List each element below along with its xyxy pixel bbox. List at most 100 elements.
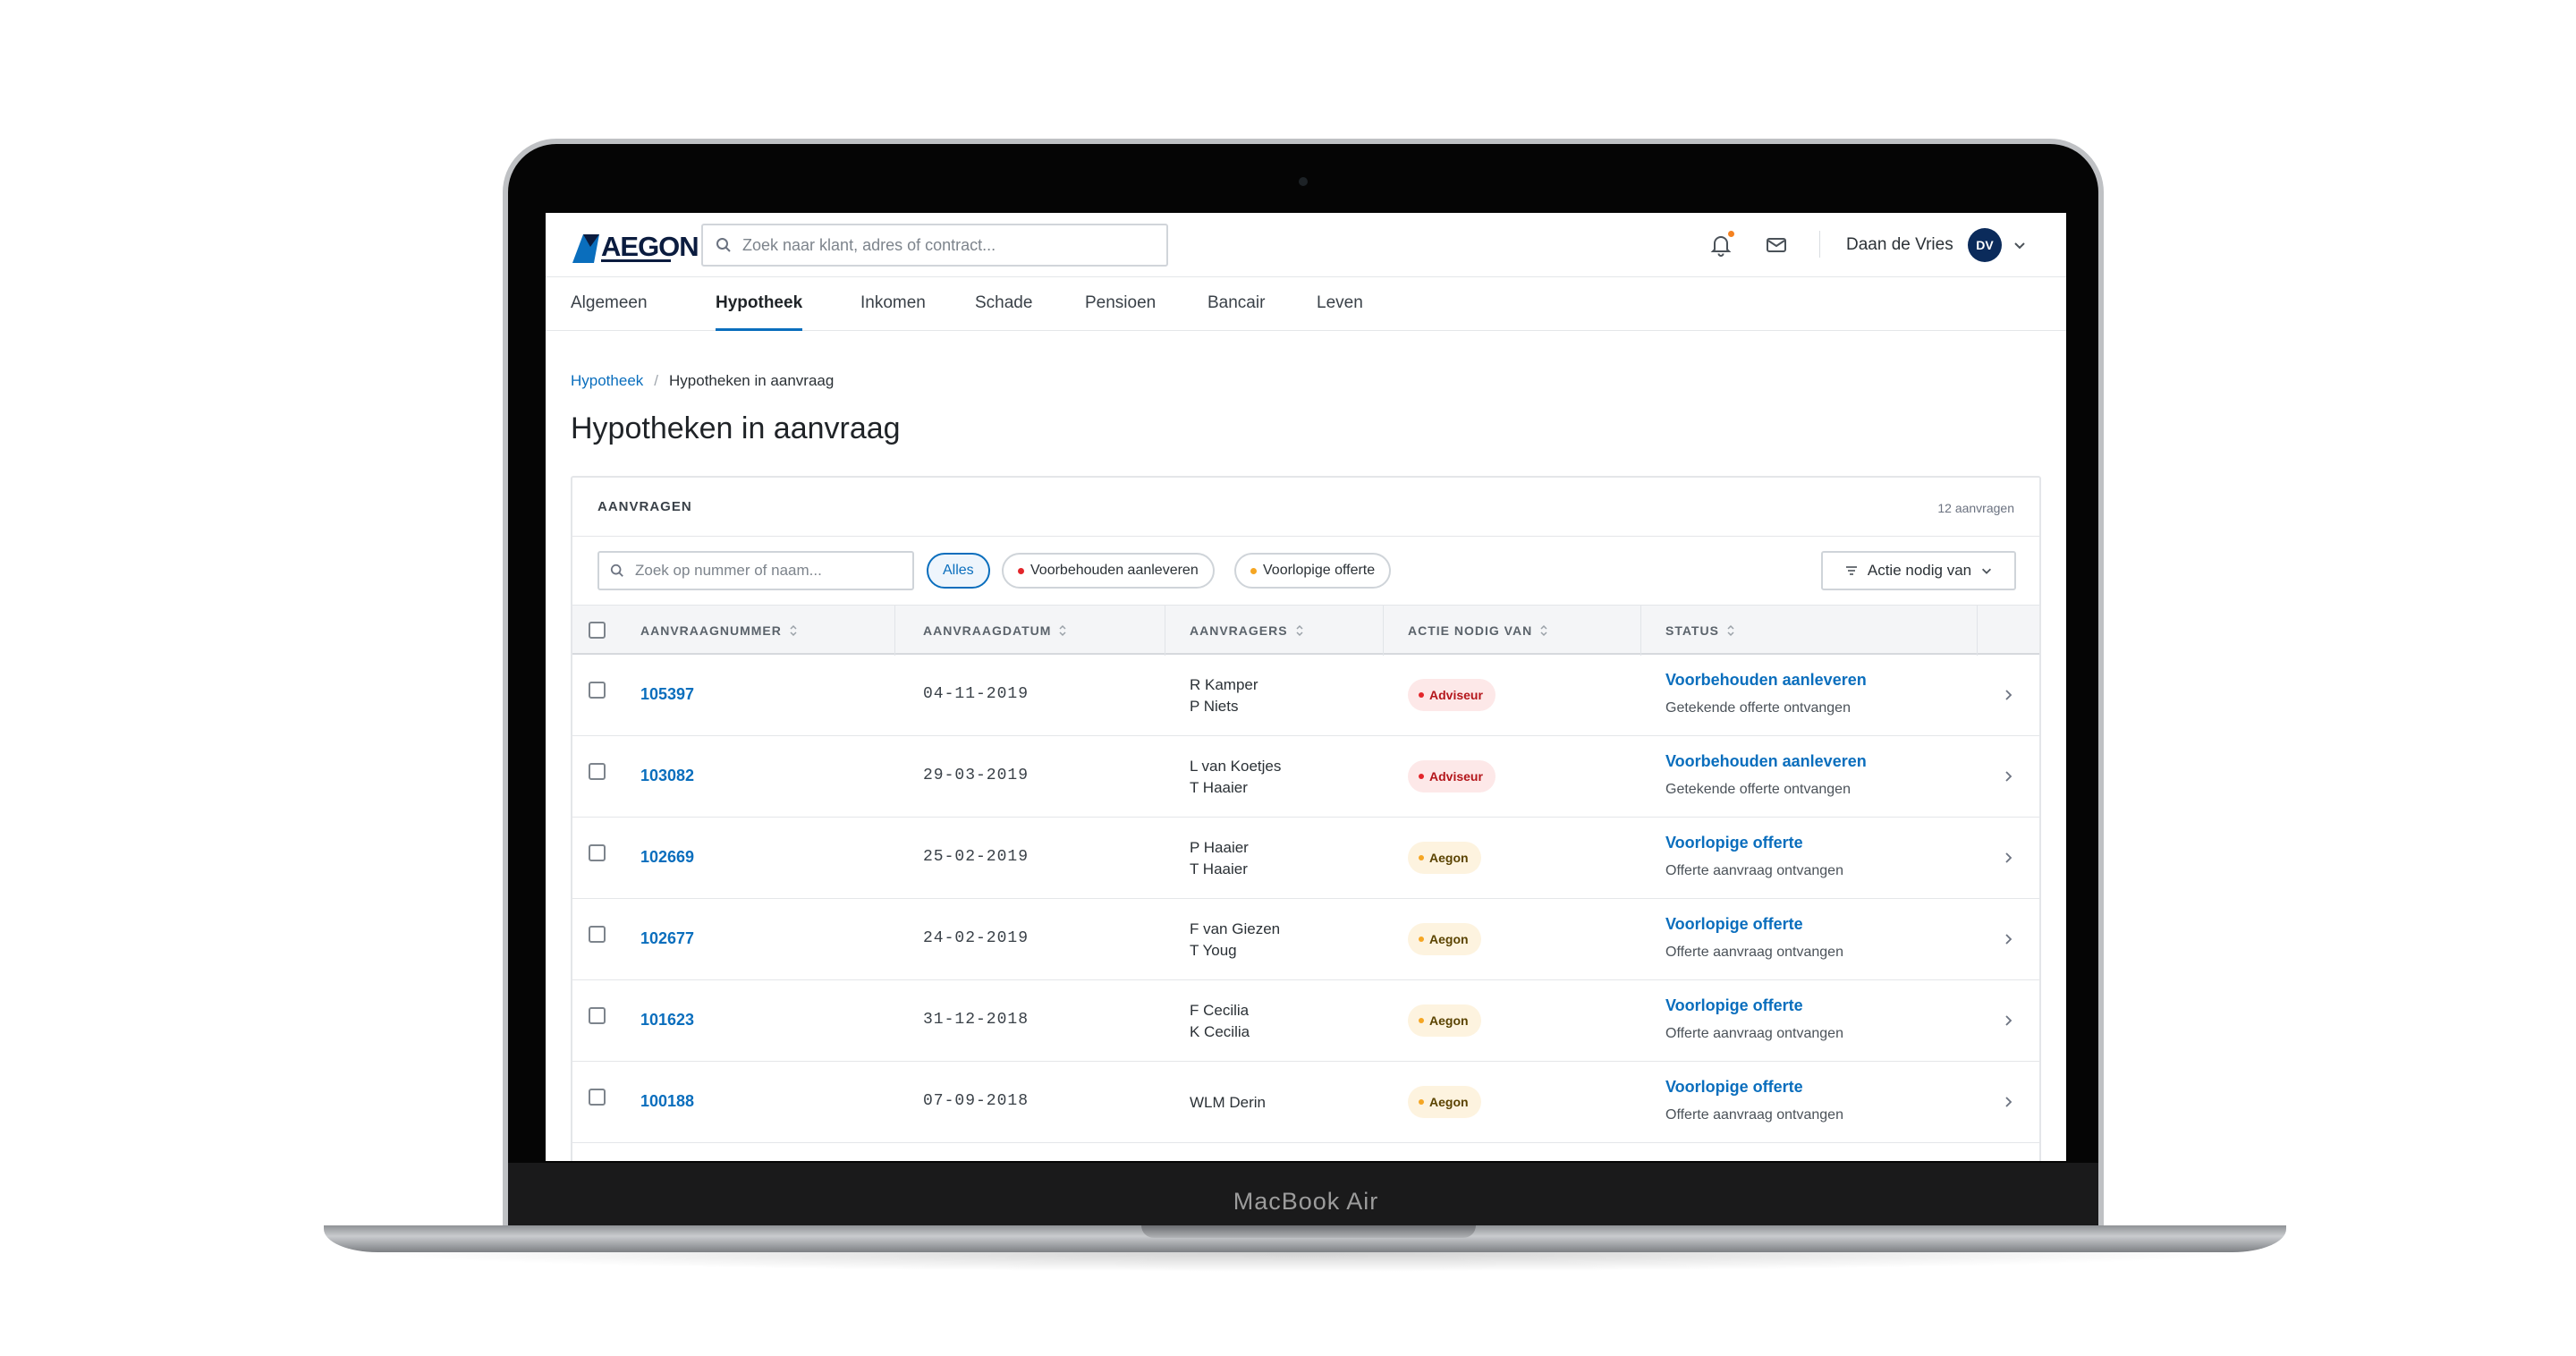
- chevron-right-icon[interactable]: [2002, 770, 2014, 783]
- table-row[interactable]: 105397 04-11-2019 R Kamper P Niets Advis…: [572, 655, 2039, 736]
- request-number-link[interactable]: 102669: [640, 848, 694, 867]
- select-all-checkbox[interactable]: [589, 622, 606, 639]
- applicant-name: P Niets: [1190, 698, 1239, 715]
- chevron-right-icon[interactable]: [2002, 1096, 2014, 1108]
- card-header: AANVRAGEN 12 aanvragen: [572, 478, 2039, 537]
- applicant-name: R Kamper: [1190, 676, 1258, 693]
- sort-icon: [1540, 624, 1547, 637]
- badge-label: Aegon: [1429, 932, 1469, 946]
- applicant-name: K Cecilia: [1190, 1023, 1250, 1040]
- actie-nodig-van-dropdown[interactable]: Actie nodig van: [1821, 551, 2016, 590]
- status-link[interactable]: Voorlopige offerte: [1665, 996, 1843, 1015]
- status-cell: Voorlopige offerte Offerte aanvraag ontv…: [1665, 834, 1843, 879]
- breadcrumb-separator: /: [654, 372, 659, 389]
- column-divider: [1640, 606, 1641, 656]
- status-cell: Voorlopige offerte Offerte aanvraag ontv…: [1665, 996, 1843, 1042]
- breadcrumb-link-hypotheek[interactable]: Hypotheek: [571, 372, 643, 390]
- column-header-aanvraagnummer[interactable]: AANVRAAGNUMMER: [640, 606, 798, 656]
- column-header-actie-nodig-van[interactable]: ACTIE NODIG VAN: [1408, 606, 1548, 656]
- request-number-link[interactable]: 100188: [640, 1092, 694, 1111]
- search-icon: [610, 564, 623, 577]
- status-cell: Voorbehouden aanleveren Getekende offert…: [1665, 752, 1867, 798]
- tab-inkomen[interactable]: Inkomen: [860, 277, 926, 331]
- badge-label: Aegon: [1429, 1013, 1469, 1028]
- main-nav: Algemeen Hypotheek Inkomen Schade Pensio…: [546, 277, 2066, 331]
- global-search[interactable]: [701, 224, 1168, 267]
- status-detail: Offerte aanvraag ontvangen: [1665, 1107, 1843, 1123]
- row-checkbox[interactable]: [589, 926, 606, 943]
- header-divider: [1819, 231, 1820, 258]
- aegon-logo[interactable]: AEGON: [571, 229, 699, 265]
- request-number-link[interactable]: 102677: [640, 929, 694, 948]
- row-checkbox[interactable]: [589, 763, 606, 780]
- table-search[interactable]: [597, 551, 914, 590]
- column-header-label: AANVRAAGDATUM: [923, 623, 1052, 638]
- status-link[interactable]: Voorlopige offerte: [1665, 1078, 1843, 1097]
- badge-label: Aegon: [1429, 851, 1469, 865]
- table-search-input[interactable]: [635, 562, 903, 580]
- chip-label: Voorlopige offerte: [1263, 563, 1376, 578]
- status-badge: Adviseur: [1408, 679, 1496, 711]
- request-number-link[interactable]: 105397: [640, 685, 694, 704]
- tab-schade[interactable]: Schade: [975, 277, 1032, 331]
- request-number-link[interactable]: 103082: [640, 767, 694, 785]
- tab-leven[interactable]: Leven: [1317, 277, 1363, 331]
- row-checkbox[interactable]: [589, 1089, 606, 1106]
- sort-icon: [790, 624, 797, 637]
- applicant-name: T Haaier: [1190, 860, 1248, 877]
- status-link[interactable]: Voorlopige offerte: [1665, 915, 1843, 934]
- filter-chip-voorbehouden[interactable]: Voorbehouden aanleveren: [1002, 553, 1215, 589]
- app-screen: AEGON Daan de Vries DV Algemeen Hypot: [546, 213, 2066, 1161]
- applicant-name: T Youg: [1190, 942, 1237, 959]
- column-divider: [894, 606, 895, 656]
- orange-dot-icon: [1419, 855, 1424, 860]
- status-detail: Getekende offerte ontvangen: [1665, 700, 1851, 716]
- user-name[interactable]: Daan de Vries: [1846, 235, 1953, 255]
- request-number-link[interactable]: 101623: [640, 1011, 694, 1030]
- chevron-right-icon[interactable]: [2002, 852, 2014, 864]
- logo-underline: [601, 259, 671, 262]
- applicant-name: T Haaier: [1190, 779, 1248, 796]
- column-header-status[interactable]: STATUS: [1665, 606, 1735, 656]
- request-date: 29-03-2019: [923, 767, 1030, 784]
- chevron-right-icon[interactable]: [2002, 1014, 2014, 1027]
- table-row[interactable]: 103082 29-03-2019 L van Koetjes T Haaier…: [572, 736, 2039, 818]
- chevron-right-icon[interactable]: [2002, 933, 2014, 945]
- request-date: 25-02-2019: [923, 848, 1030, 866]
- global-search-input[interactable]: [742, 235, 1163, 255]
- status-link[interactable]: Voorlopige offerte: [1665, 834, 1843, 852]
- table-row[interactable]: 102677 24-02-2019 F van Giezen T Youg Ae…: [572, 899, 2039, 980]
- page-title: Hypotheken in aanvraag: [571, 411, 901, 445]
- table-row[interactable]: 102669 25-02-2019 P Haaier T Haaier Aego…: [572, 818, 2039, 899]
- badge-label: Adviseur: [1429, 688, 1483, 702]
- red-dot-icon: [1419, 774, 1424, 779]
- logo-text: AEGON: [601, 231, 699, 262]
- table-row[interactable]: 101623 31-12-2018 F Cecilia K Cecilia Ae…: [572, 980, 2039, 1062]
- status-link[interactable]: Voorbehouden aanleveren: [1665, 671, 1867, 690]
- tab-bancair[interactable]: Bancair: [1208, 277, 1265, 331]
- row-checkbox[interactable]: [589, 682, 606, 699]
- column-header-aanvragers[interactable]: AANVRAGERS: [1190, 606, 1304, 656]
- chevron-right-icon[interactable]: [2002, 689, 2014, 701]
- status-cell: Voorbehouden aanleveren Getekende offert…: [1665, 671, 1867, 716]
- red-dot-icon: [1419, 692, 1424, 698]
- row-checkbox[interactable]: [589, 1007, 606, 1024]
- filter-chip-voorlopige[interactable]: Voorlopige offerte: [1234, 553, 1392, 589]
- status-link[interactable]: Voorbehouden aanleveren: [1665, 752, 1867, 771]
- avatar[interactable]: DV: [1968, 228, 2002, 262]
- orange-dot-icon: [1250, 567, 1257, 574]
- tab-hypotheek[interactable]: Hypotheek: [716, 277, 803, 331]
- tab-pensioen[interactable]: Pensioen: [1085, 277, 1156, 331]
- chip-label: Voorbehouden aanleveren: [1030, 563, 1199, 578]
- tab-algemeen[interactable]: Algemeen: [571, 277, 648, 331]
- chevron-down-icon[interactable]: [2012, 238, 2027, 252]
- mail-icon[interactable]: [1766, 234, 1787, 256]
- table-row[interactable]: 100188 07-09-2018 WLM Derin Aegon Voorlo…: [572, 1062, 2039, 1143]
- column-header-aanvraagdatum[interactable]: AANVRAAGDATUM: [923, 606, 1067, 656]
- filter-chip-alles[interactable]: Alles: [927, 553, 990, 589]
- laptop-shadow: [358, 1252, 2254, 1272]
- row-checkbox[interactable]: [589, 844, 606, 861]
- table-header: AANVRAAGNUMMER AANVRAAGDATUM AANVRAGERS …: [572, 605, 2039, 656]
- sort-icon: [1296, 624, 1303, 637]
- applicants: WLM Derin: [1190, 1092, 1266, 1114]
